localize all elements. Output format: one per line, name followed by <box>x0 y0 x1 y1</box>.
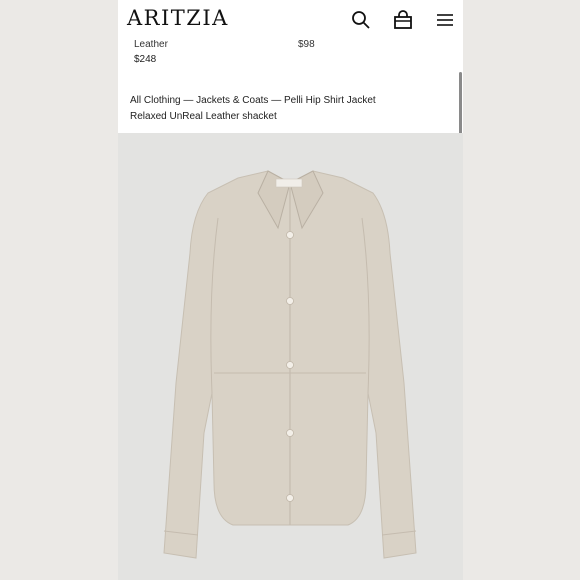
bag-icon[interactable] <box>392 9 414 31</box>
breadcrumb-separator: — <box>180 95 197 106</box>
product-image[interactable] <box>118 133 463 580</box>
breadcrumb-item[interactable]: Pelli Hip Shirt Jacket <box>284 95 376 106</box>
search-icon[interactable] <box>350 9 372 31</box>
site-header: ARITZIA <box>118 0 463 40</box>
menu-icon[interactable] <box>434 9 456 31</box>
breadcrumb-item[interactable]: Jackets & Coats <box>196 95 268 106</box>
previous-products-row: Leather $248 $98 <box>118 37 463 72</box>
product-price: $248 <box>134 54 157 65</box>
product-name[interactable]: Leather <box>134 39 168 50</box>
breadcrumb-item[interactable]: All Clothing <box>130 95 181 106</box>
background-right <box>462 0 580 580</box>
product-price: $98 <box>298 39 315 50</box>
background-left <box>0 0 118 580</box>
mobile-screen: ARITZIA Leather $248 $98 All Clothing — … <box>118 0 463 580</box>
breadcrumb: All Clothing — Jackets & Coats — Pelli H… <box>130 95 376 106</box>
aritzia-logo[interactable]: ARITZIA <box>127 6 229 30</box>
product-title: Relaxed UnReal Leather shacket <box>130 111 277 122</box>
jacket-illustration <box>163 170 417 559</box>
breadcrumb-separator: — <box>268 95 284 106</box>
